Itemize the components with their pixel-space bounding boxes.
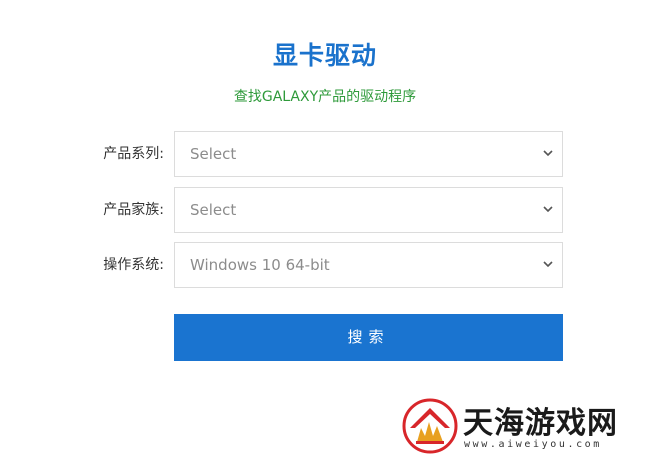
- product-family-select[interactable]: Select: [174, 187, 563, 233]
- operating-system-row: 操作系统: Windows 10 64-bit: [0, 242, 650, 288]
- operating-system-value: Windows 10 64-bit: [190, 256, 330, 274]
- product-family-label: 产品家族:: [103, 202, 164, 218]
- product-family-row: 产品家族: Select: [0, 187, 650, 233]
- watermark-site-url: www.aiweiyou.com: [464, 439, 602, 450]
- operating-system-select[interactable]: Windows 10 64-bit: [174, 242, 563, 288]
- product-family-value: Select: [190, 201, 237, 219]
- operating-system-label: 操作系统:: [103, 257, 164, 273]
- product-series-label: 产品系列:: [103, 146, 164, 162]
- house-flame-logo-icon: [402, 398, 458, 454]
- page-subtitle: 查找GALAXY产品的驱动程序: [233, 89, 417, 105]
- chevron-down-icon: [543, 261, 553, 268]
- chevron-down-icon: [543, 206, 553, 213]
- search-button[interactable]: 搜索: [174, 314, 563, 361]
- site-watermark: 天海游戏网 www.aiweiyou.com: [400, 396, 648, 454]
- page-title: 显卡驱动: [272, 41, 377, 70]
- driver-search-page: 显卡驱动 查找GALAXY产品的驱动程序 产品系列: Select 产品家族: …: [0, 0, 650, 457]
- product-series-select[interactable]: Select: [174, 131, 563, 177]
- product-series-value: Select: [190, 145, 237, 163]
- product-series-row: 产品系列: Select: [0, 131, 650, 177]
- chevron-down-icon: [543, 150, 553, 157]
- watermark-site-name: 天海游戏网: [463, 406, 618, 441]
